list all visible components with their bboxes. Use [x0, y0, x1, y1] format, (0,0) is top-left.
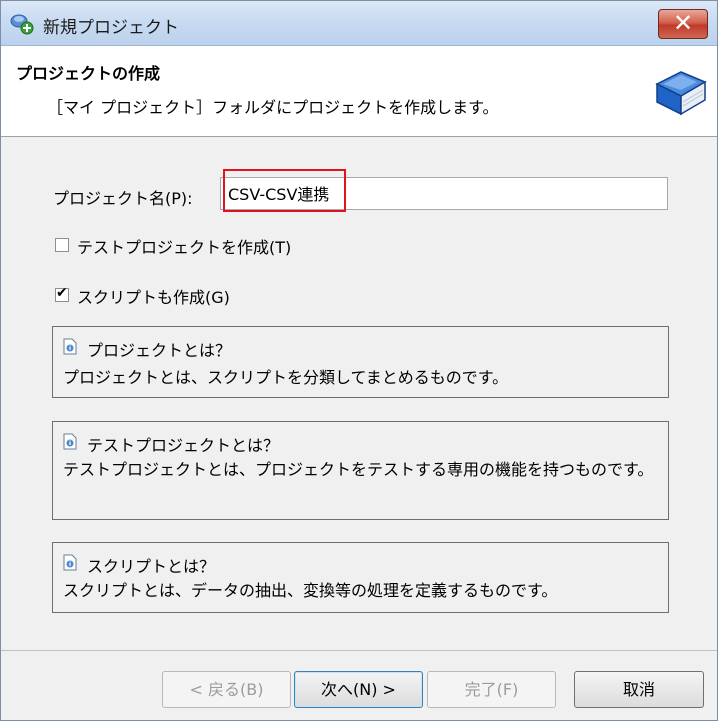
info-document-icon	[63, 338, 77, 355]
checkmark-icon: ✔	[56, 285, 68, 301]
test-project-checkbox[interactable]	[55, 238, 69, 252]
info-body: テストプロジェクトとは、プロジェクトをテストする専用の機能を持つものです。	[63, 460, 654, 479]
info-document-icon	[63, 433, 77, 450]
info-box-test-project: テストプロジェクトとは？ テストプロジェクトとは、プロジェクトをテストする専用の…	[52, 421, 669, 520]
dialog-window: 新規プロジェクト ✕ プロジェクトの作成 ［マイ プロジェクト］フォルダにプロジ…	[0, 0, 718, 721]
project-name-label: プロジェクト名(P):	[53, 189, 193, 208]
info-title: テストプロジェクトとは？	[87, 436, 280, 455]
window-title: 新規プロジェクト	[43, 18, 179, 38]
finish-button[interactable]: 完了(F)	[427, 671, 556, 708]
cancel-button[interactable]: 取消	[574, 671, 704, 708]
info-box-project: プロジェクトとは？ プロジェクトとは、スクリプトを分類してまとめるものです。	[52, 326, 669, 398]
page-description: ［マイ プロジェクト］フォルダにプロジェクトを作成します。	[47, 98, 499, 117]
wizard-header: プロジェクトの作成 ［マイ プロジェクト］フォルダにプロジェクトを作成します。	[1, 46, 717, 137]
next-button[interactable]: 次へ(N) >	[294, 671, 423, 708]
info-document-icon	[63, 554, 77, 571]
title-bar[interactable]: 新規プロジェクト ✕	[1, 1, 717, 46]
info-box-script: スクリプトとは？ スクリプトとは、データの抽出、変換等の処理を定義するものです。	[52, 542, 669, 613]
info-body: プロジェクトとは、スクリプトを分類してまとめるものです。	[63, 368, 509, 387]
script-label[interactable]: スクリプトも作成(G)	[77, 284, 230, 308]
annotation-highlight	[223, 169, 346, 212]
footer-divider	[1, 650, 717, 651]
page-title: プロジェクトの作成	[16, 64, 161, 83]
test-project-label[interactable]: テストプロジェクトを作成(T)	[77, 234, 291, 258]
book-icon	[655, 71, 707, 116]
script-checkbox[interactable]: ✔	[55, 285, 69, 302]
close-button[interactable]: ✕	[658, 9, 708, 39]
new-project-icon	[10, 14, 34, 35]
info-title: プロジェクトとは？	[87, 341, 232, 360]
back-button[interactable]: < 戻る(B)	[162, 671, 291, 708]
close-icon: ✕	[672, 9, 694, 37]
info-title: スクリプトとは？	[87, 557, 216, 576]
info-body: スクリプトとは、データの抽出、変換等の処理を定義するものです。	[63, 581, 558, 600]
